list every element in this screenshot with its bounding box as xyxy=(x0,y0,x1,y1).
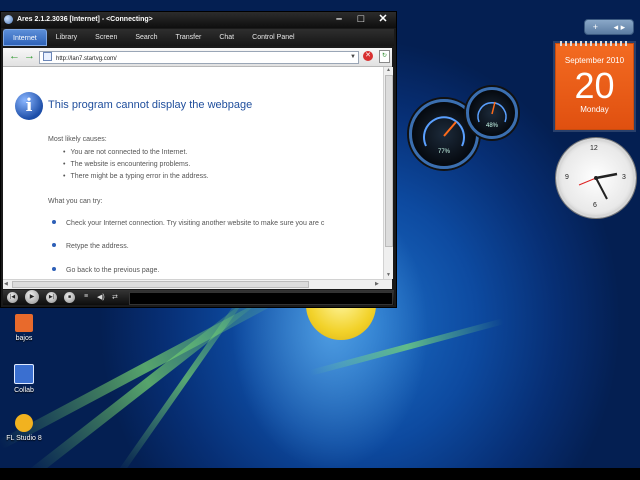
bullet-icon xyxy=(52,220,56,224)
bullet-icon xyxy=(52,243,56,247)
wallpaper-ray xyxy=(0,285,294,450)
causes-title: Most likely causes: xyxy=(48,136,107,143)
error-heading: This program cannot display the webpage xyxy=(48,99,253,111)
main-tabs: Internet Library Screen Search Transfer … xyxy=(3,29,394,46)
scrollbar-thumb[interactable] xyxy=(385,75,393,247)
chevron-down-icon[interactable]: ▼ xyxy=(350,52,356,63)
stop-icon[interactable]: ✕ xyxy=(363,51,373,61)
gadget-nav-button[interactable]: ◂ ▸ xyxy=(614,22,626,33)
cause-item: The website is encountering problems. xyxy=(63,161,190,168)
address-bar[interactable]: http://lan7.startvg.com/ ▼ xyxy=(39,51,359,64)
clock-gadget[interactable]: 12 3 6 9 xyxy=(556,138,636,218)
gadget-controls[interactable]: + ◂ ▸ xyxy=(584,19,634,35)
action-text: Check your Internet connection. Try visi… xyxy=(66,220,325,227)
collab-icon xyxy=(14,364,34,384)
error-page: i This program cannot display the webpag… xyxy=(3,67,383,279)
playlist-icon[interactable]: ≡ xyxy=(84,293,88,300)
info-icon: i xyxy=(15,92,43,120)
media-player-bar: |◀ ▶ ▶| ■ ≡ ◀) ⇄ xyxy=(3,290,394,305)
window-title: Ares 2.1.2.3036 [Internet] - <Connecting… xyxy=(17,16,153,23)
cause-item: There might be a typing error in the add… xyxy=(63,173,208,180)
action-item[interactable]: Go back to the previous page. xyxy=(52,267,159,274)
bullet-icon xyxy=(52,267,56,271)
forward-arrow-icon[interactable]: → xyxy=(24,51,35,62)
tab-chat[interactable]: Chat xyxy=(210,29,243,46)
action-text: Retype the address. xyxy=(66,243,129,250)
maximize-button[interactable]: □ xyxy=(354,13,368,26)
gauge-needle-icon xyxy=(477,101,507,123)
desktop-icon-fl-studio[interactable]: FL Studio 8 xyxy=(4,414,44,442)
memory-meter-gauge[interactable]: 48% xyxy=(466,87,518,139)
play-button[interactable]: ▶ xyxy=(25,290,39,304)
address-url[interactable]: http://lan7.startvg.com/ xyxy=(56,56,117,62)
fl-studio-icon xyxy=(15,414,33,432)
horizontal-scrollbar[interactable]: ◀ ▶ xyxy=(3,279,392,289)
minimize-button[interactable]: – xyxy=(332,13,346,26)
add-gadget-button[interactable]: + xyxy=(593,22,598,32)
desktop-icon-bajos[interactable]: bajos xyxy=(4,314,44,342)
vertical-scrollbar[interactable]: ▲ ▼ xyxy=(383,67,393,279)
cause-item: You are not connected to the Internet. xyxy=(63,149,187,156)
volume-icon[interactable]: ◀) xyxy=(97,293,105,301)
scroll-right-icon[interactable]: ▶ xyxy=(375,281,379,287)
refresh-page-icon[interactable]: ↻ xyxy=(379,50,390,63)
tab-internet[interactable]: Internet xyxy=(3,29,47,46)
tab-screen[interactable]: Screen xyxy=(86,29,126,46)
action-text: Go back to the previous page. xyxy=(66,267,160,274)
memory-meter-value: 48% xyxy=(485,123,498,129)
tab-library[interactable]: Library xyxy=(47,29,86,46)
close-button[interactable]: ✕ xyxy=(376,13,390,26)
action-item[interactable]: Check your Internet connection. Try visi… xyxy=(52,220,324,227)
shuffle-icon[interactable]: ⇄ xyxy=(112,293,118,301)
cpu-meter-value: 77% xyxy=(437,149,450,155)
tab-control-panel[interactable]: Control Panel xyxy=(243,29,303,46)
calendar-month: September 2010 xyxy=(564,56,625,65)
folder-icon xyxy=(15,314,33,332)
stop-button[interactable]: ■ xyxy=(64,292,75,303)
desktop-icon-label: bajos xyxy=(15,335,33,342)
calendar-gadget[interactable]: September 2010 20 Monday xyxy=(555,41,634,130)
calendar-weekday: Monday xyxy=(580,105,609,114)
player-display xyxy=(129,292,393,305)
desktop-icon-label: Collab xyxy=(14,387,34,394)
screen-bottom-border xyxy=(0,468,640,480)
next-track-button[interactable]: ▶| xyxy=(46,292,57,303)
ares-logo-icon xyxy=(4,15,13,24)
calendar-day: 20 xyxy=(574,65,615,106)
desktop-icon-label: FL Studio 8 xyxy=(6,435,42,442)
try-title: What you can try: xyxy=(48,198,103,205)
browser-navbar: ← → http://lan7.startvg.com/ ▼ ✕ ↻ xyxy=(3,48,392,67)
scroll-up-icon[interactable]: ▲ xyxy=(386,67,391,73)
scrollbar-thumb[interactable] xyxy=(12,281,309,288)
desktop-icon-collab[interactable]: Collab xyxy=(4,364,44,394)
page-icon xyxy=(43,52,52,61)
scroll-down-icon[interactable]: ▼ xyxy=(386,272,391,278)
ares-window[interactable]: Ares 2.1.2.3036 [Internet] - <Connecting… xyxy=(0,11,397,308)
tab-transfer[interactable]: Transfer xyxy=(167,29,211,46)
tab-search[interactable]: Search xyxy=(126,29,166,46)
action-item[interactable]: Retype the address. xyxy=(52,243,129,250)
window-titlebar[interactable]: Ares 2.1.2.3036 [Internet] - <Connecting… xyxy=(1,12,396,28)
back-arrow-icon[interactable]: ← xyxy=(9,51,20,62)
previous-track-button[interactable]: |◀ xyxy=(7,292,18,303)
calendar-rings xyxy=(560,41,629,46)
scroll-left-icon[interactable]: ◀ xyxy=(4,281,8,287)
clock-hands-icon xyxy=(578,172,618,200)
